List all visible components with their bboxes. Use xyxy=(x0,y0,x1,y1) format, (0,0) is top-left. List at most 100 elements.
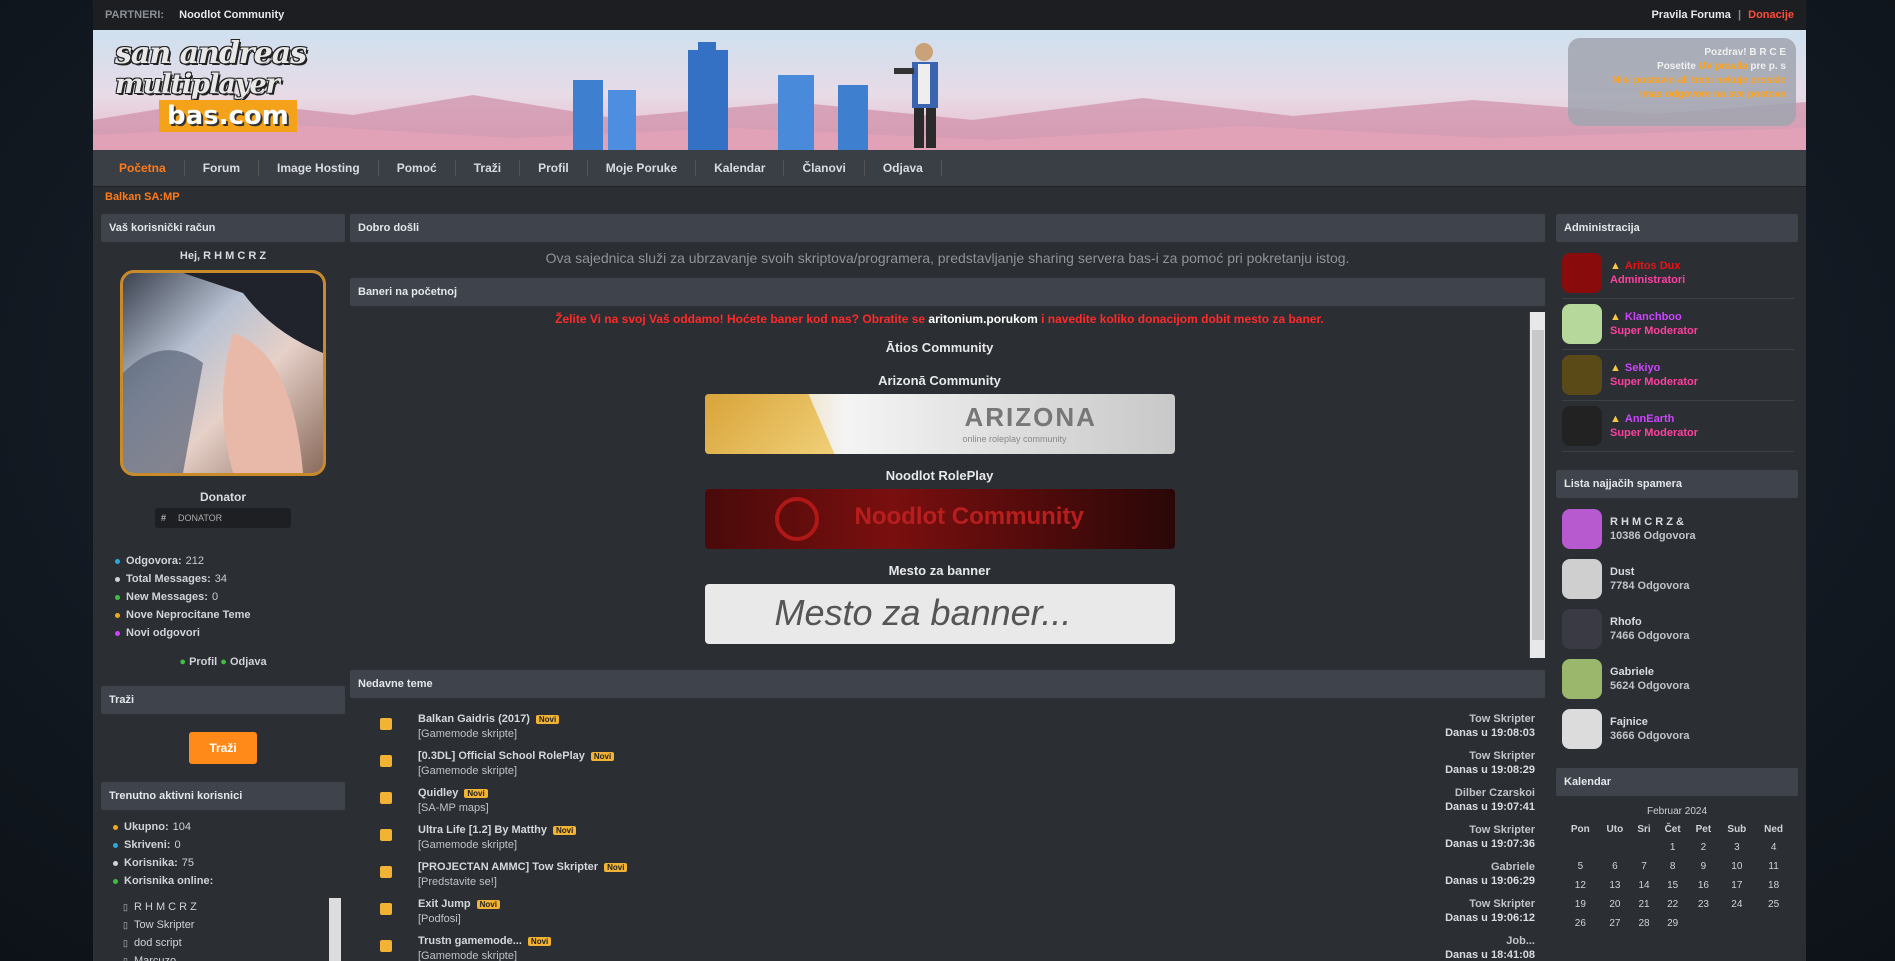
topic-author[interactable]: Dilber Czarskoi xyxy=(1445,786,1535,800)
topic-title[interactable]: [0.3DL] Official School RolePlay xyxy=(418,750,585,762)
notice-link[interactable]: aritonium.porukom xyxy=(928,312,1037,326)
nav-item-9[interactable]: Odjava xyxy=(865,160,942,176)
calendar-day[interactable]: 12 xyxy=(1562,876,1599,895)
poster-avatar[interactable] xyxy=(1562,659,1602,699)
calendar-day[interactable]: 24 xyxy=(1719,895,1756,914)
poster-row[interactable]: Dust 7784 Odgovora xyxy=(1562,554,1794,604)
breadcrumb[interactable]: Balkan SA:MP xyxy=(93,187,1806,209)
online-list-scrollbar[interactable] xyxy=(329,898,341,961)
nav-item-2[interactable]: Image Hosting xyxy=(259,160,379,176)
calendar-day[interactable]: 18 xyxy=(1755,876,1792,895)
info-rules-link[interactable]: UV pravila xyxy=(1699,61,1748,72)
logout-link[interactable]: Odjava xyxy=(230,656,267,668)
calendar-day[interactable]: 6 xyxy=(1599,857,1631,876)
stat-item[interactable]: Nove Neprocitane Teme xyxy=(115,606,345,624)
calendar-day[interactable]: 28 xyxy=(1631,914,1657,933)
admin-avatar[interactable] xyxy=(1562,406,1602,446)
stat-item[interactable]: Novi odgovori xyxy=(115,624,345,642)
banners-scrollbar[interactable] xyxy=(1529,312,1545,658)
admin-avatar[interactable] xyxy=(1562,304,1602,344)
admin-row[interactable]: ▲ Klanchboo Super Moderator xyxy=(1562,299,1794,350)
calendar-day[interactable]: 20 xyxy=(1599,895,1631,914)
arizona-banner[interactable]: ARIZONA online roleplay community xyxy=(704,394,1175,454)
profile-link[interactable]: Profil xyxy=(189,656,217,668)
poster-name[interactable]: R H M C R Z & xyxy=(1610,515,1696,529)
topic-title[interactable]: Balkan Gaidris (2017) xyxy=(418,713,530,725)
calendar-day[interactable]: 8 xyxy=(1657,857,1688,876)
calendar-day[interactable]: 22 xyxy=(1657,895,1688,914)
calendar-month[interactable]: Februar 2024 xyxy=(1562,806,1792,817)
calendar-day[interactable]: 14 xyxy=(1631,876,1657,895)
admin-name[interactable]: Aritos Dux xyxy=(1625,260,1681,272)
rules-link[interactable]: Pravila Foruma xyxy=(1651,9,1730,21)
calendar-day[interactable]: 26 xyxy=(1562,914,1599,933)
calendar-day[interactable]: 25 xyxy=(1755,895,1792,914)
online-user[interactable]: Marcuzo xyxy=(123,952,345,961)
poster-avatar[interactable] xyxy=(1562,709,1602,749)
calendar-day[interactable]: 15 xyxy=(1657,876,1688,895)
nav-item-6[interactable]: Moje Poruke xyxy=(588,160,697,176)
topic-forum[interactable]: [Gamemode skripte] xyxy=(418,838,1545,852)
calendar-day[interactable]: 9 xyxy=(1688,857,1718,876)
admin-row[interactable]: ▲ AnnEarth Super Moderator xyxy=(1562,401,1794,452)
poster-avatar[interactable] xyxy=(1562,609,1602,649)
partner-link[interactable]: Noodlot Community xyxy=(179,9,284,21)
topic-forum[interactable]: [Gamemode skripte] xyxy=(418,764,1545,778)
online-user[interactable]: R H M C R Z xyxy=(123,898,345,916)
search-button[interactable]: Traži xyxy=(189,732,257,764)
topic-row[interactable]: Quidley Novi [SA-MP maps] Dilber Czarskoi Da… xyxy=(350,782,1545,819)
stat-item[interactable]: Total Messages: 34 xyxy=(115,570,345,588)
topic-forum[interactable]: [Gamemode skripte] xyxy=(418,949,1545,961)
admin-row[interactable]: ▲ Sekiyo Super Moderator xyxy=(1562,350,1794,401)
calendar-day[interactable]: 3 xyxy=(1719,838,1756,857)
nav-item-1[interactable]: Forum xyxy=(185,160,260,176)
calendar-day[interactable]: 1 xyxy=(1657,838,1688,857)
topic-title[interactable]: Ultra Life [1.2] By Matthy xyxy=(418,824,547,836)
topic-title[interactable]: [PROJECTAN AMMC] Tow Skripter xyxy=(418,861,598,873)
topic-row[interactable]: Exit Jump Novi [Podfosi] Tow Skripter Danas … xyxy=(350,893,1545,930)
stat-item[interactable]: Odgovora: 212 xyxy=(115,552,345,570)
calendar-day[interactable]: 7 xyxy=(1631,857,1657,876)
topic-row[interactable]: Trustn gamemode... Novi [Gamemode skripte]… xyxy=(350,930,1545,961)
stat-item[interactable]: New Messages: 0 xyxy=(115,588,345,606)
poster-row[interactable]: Fajnice 3666 Odgovora xyxy=(1562,704,1794,754)
topic-author[interactable]: Tow Skripter xyxy=(1445,823,1535,837)
nav-item-0[interactable]: Početna xyxy=(101,160,185,176)
topic-row[interactable]: Balkan Gaidris (2017) Novi [Gamemode skrip… xyxy=(350,708,1545,745)
calendar-day[interactable]: 23 xyxy=(1688,895,1718,914)
calendar-day[interactable]: 10 xyxy=(1719,857,1756,876)
calendar-day[interactable]: 11 xyxy=(1755,857,1792,876)
admin-avatar[interactable] xyxy=(1562,253,1602,293)
topic-author[interactable]: Gabriele xyxy=(1445,860,1535,874)
calendar-day[interactable]: 16 xyxy=(1688,876,1718,895)
poster-row[interactable]: Rhofo 7466 Odgovora xyxy=(1562,604,1794,654)
poster-name[interactable]: Rhofo xyxy=(1610,615,1689,629)
calendar-day[interactable]: 27 xyxy=(1599,914,1631,933)
donations-link[interactable]: Donacije xyxy=(1748,9,1794,21)
topic-title[interactable]: Quidley xyxy=(418,787,458,799)
topic-author[interactable]: Job... xyxy=(1445,934,1535,948)
topic-row[interactable]: [PROJECTAN AMMC] Tow Skripter Novi [Predst… xyxy=(350,856,1545,893)
nav-item-5[interactable]: Profil xyxy=(520,160,588,176)
admin-row[interactable]: ▲ Aritos Dux Administratori xyxy=(1562,248,1794,299)
topic-title[interactable]: Trustn gamemode... xyxy=(418,935,522,947)
poster-name[interactable]: Dust xyxy=(1610,565,1689,579)
calendar-day[interactable]: 2 xyxy=(1688,838,1718,857)
topic-author[interactable]: Tow Skripter xyxy=(1445,897,1535,911)
poster-name[interactable]: Fajnice xyxy=(1610,715,1689,729)
calendar-day[interactable]: 5 xyxy=(1562,857,1599,876)
poster-row[interactable]: R H M C R Z & 10386 Odgovora xyxy=(1562,504,1794,554)
topic-forum[interactable]: [Predstavite se!] xyxy=(418,875,1545,889)
admin-name[interactable]: Klanchboo xyxy=(1625,311,1682,323)
poster-name[interactable]: Gabriele xyxy=(1610,665,1689,679)
online-user[interactable]: Tow Skripter xyxy=(123,916,345,934)
poster-avatar[interactable] xyxy=(1562,559,1602,599)
calendar-day[interactable]: 17 xyxy=(1719,876,1756,895)
topic-forum[interactable]: [SA-MP maps] xyxy=(418,801,1545,815)
admin-avatar[interactable] xyxy=(1562,355,1602,395)
topic-title[interactable]: Exit Jump xyxy=(418,898,471,910)
topic-forum[interactable]: [Podfosi] xyxy=(418,912,1545,926)
calendar-day[interactable]: 4 xyxy=(1755,838,1792,857)
topic-author[interactable]: Tow Skripter xyxy=(1445,749,1535,763)
online-user[interactable]: dod script xyxy=(123,934,345,952)
